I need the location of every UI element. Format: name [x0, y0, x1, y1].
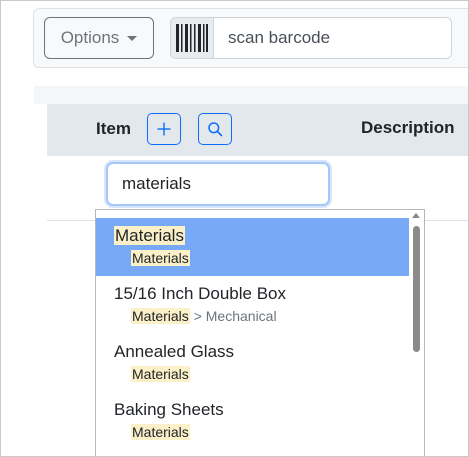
path-highlight: Materials — [131, 424, 190, 440]
dropdown-scrollbar[interactable] — [409, 210, 424, 456]
dropdown-item-materials[interactable]: Materials Materials — [96, 218, 409, 276]
app-frame: Options Item — [0, 0, 469, 457]
column-header-item: Item — [96, 119, 131, 138]
path-highlight: Materials — [131, 250, 190, 266]
barcode-input-group — [170, 17, 452, 59]
dropdown-item-path: Materials — [131, 424, 190, 440]
dropdown-item-double-box[interactable]: 15/16 Inch Double Box Materials > Mechan… — [96, 276, 409, 334]
dropdown-item-title: Baking Sheets — [114, 400, 224, 419]
scroll-up-arrow-icon[interactable] — [412, 213, 420, 218]
path-separator: > — [193, 308, 202, 324]
plus-icon — [157, 122, 171, 136]
dropdown-item-title: Annealed Glass — [114, 342, 235, 361]
dropdown-item-path: Materials > Mechanical — [131, 308, 277, 324]
barcode-icon — [171, 18, 214, 58]
column-header-description: Description — [361, 118, 455, 137]
dropdown-item-annealed-glass[interactable]: Annealed Glass Materials — [96, 334, 409, 392]
search-icon — [208, 122, 223, 137]
dropdown-item-path: Materials — [131, 366, 190, 382]
scroll-thumb[interactable] — [413, 226, 420, 352]
title-highlight: Materials — [114, 226, 185, 245]
path-highlight: Materials — [131, 308, 190, 324]
dropdown-item-baking-sheets[interactable]: Baking Sheets Materials — [96, 392, 409, 450]
dropdown-item-path: Materials — [131, 250, 190, 266]
section-band — [34, 86, 468, 104]
search-item-button[interactable] — [198, 113, 232, 145]
dropdown-item-title: 15/16 Inch Double Box — [114, 284, 287, 303]
options-label: Options — [60, 28, 120, 47]
options-dropdown-button[interactable]: Options — [44, 17, 154, 59]
add-item-button[interactable] — [147, 113, 181, 145]
path-subcategory: Mechanical — [205, 308, 277, 324]
item-search-input[interactable] — [106, 162, 330, 206]
autocomplete-dropdown: Materials Materials 15/16 Inch Double Bo… — [95, 209, 425, 456]
caret-down-icon — [127, 35, 138, 41]
path-highlight: Materials — [131, 366, 190, 382]
barcode-input[interactable] — [214, 18, 451, 58]
dropdown-item-title: Materials — [114, 226, 185, 246]
